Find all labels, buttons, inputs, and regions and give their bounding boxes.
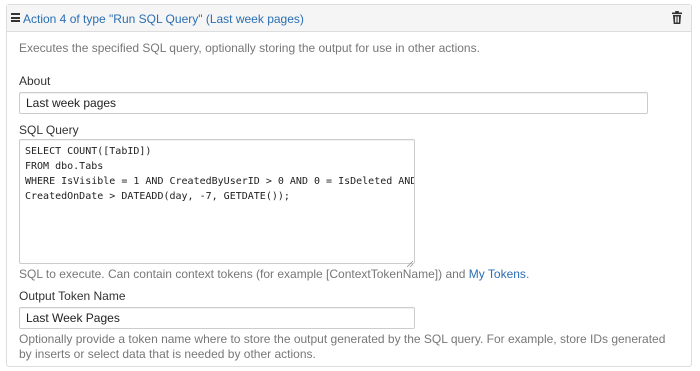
my-tokens-link[interactable]: My Tokens: [469, 267, 526, 281]
output-token-input[interactable]: [19, 307, 415, 329]
action-description: Executes the specified SQL query, option…: [19, 41, 480, 55]
resize-grip-icon[interactable]: [406, 256, 414, 268]
action-title-link[interactable]: Action 4 of type "Run SQL Query" (Last w…: [23, 12, 304, 26]
output-token-help: Optionally provide a token name where to…: [19, 332, 666, 361]
sql-query-label: SQL Query: [19, 123, 79, 137]
hamburger-icon[interactable]: [11, 13, 20, 22]
output-token-label: Output Token Name: [19, 289, 126, 303]
action-panel: Action 4 of type "Run SQL Query" (Last w…: [6, 4, 692, 367]
about-label: About: [19, 74, 51, 88]
sql-query-textarea[interactable]: SELECT COUNT([TabID]) FROM dbo.Tabs WHER…: [19, 139, 415, 264]
sql-query-help-text: SQL to execute. Can contain context toke…: [19, 267, 469, 281]
sql-query-help: SQL to execute. Can contain context toke…: [19, 267, 529, 282]
sql-query-help-suffix: .: [525, 267, 530, 281]
panel-heading: Action 4 of type "Run SQL Query" (Last w…: [7, 5, 691, 32]
trash-icon[interactable]: [672, 11, 682, 24]
about-input[interactable]: [19, 92, 648, 114]
